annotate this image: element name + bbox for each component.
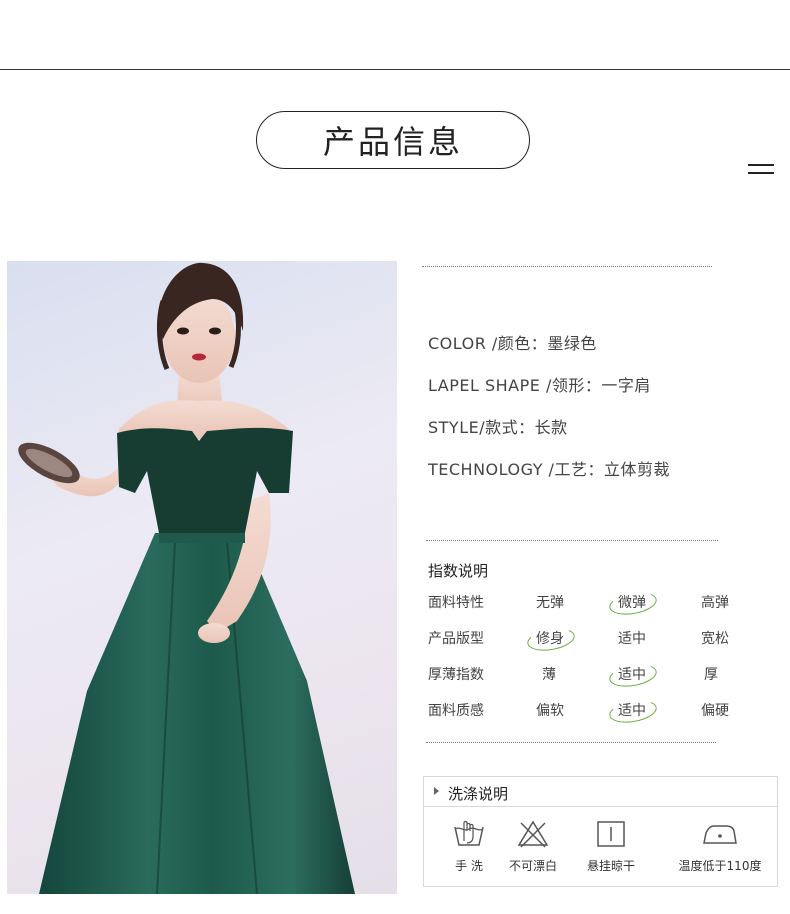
divider-dotted (426, 742, 716, 743)
caret-right-icon (434, 787, 439, 795)
index-row-name: 面料质感 (428, 703, 484, 719)
index-option: 薄 (542, 667, 556, 683)
index-option-selected: 适中 (618, 700, 646, 720)
product-photo (7, 261, 397, 894)
spec-color: COLOR /颜色：墨绿色 (428, 330, 597, 354)
spec-label: LAPEL SHAPE /领形： (428, 376, 602, 395)
spec-style: STYLE/款式：长款 (428, 414, 568, 438)
section-title-text: 产品信息 (322, 123, 463, 161)
index-row-thickness: 厚薄指数 薄 适中 厚 (428, 664, 758, 686)
index-option-selected: 修身 (536, 628, 564, 648)
divider-dotted (426, 540, 718, 541)
wash-header: 洗涤说明 (424, 777, 777, 807)
section-title: 产品信息 (256, 111, 530, 169)
index-row-name: 厚薄指数 (428, 667, 484, 683)
index-title: 指数说明 (428, 562, 489, 580)
index-option-selected: 适中 (618, 664, 646, 684)
index-option: 宽松 (701, 631, 729, 647)
index-option: 无弹 (536, 595, 564, 611)
wash-item-iron: 温度低于110度 (670, 819, 770, 874)
iron-low-icon (703, 825, 737, 844)
wash-label: 悬挂晾干 (586, 859, 635, 873)
index-row-name: 产品版型 (428, 631, 484, 647)
spec-technology: TECHNOLOGY /工艺：立体剪裁 (428, 456, 670, 480)
index-option: 高弹 (701, 595, 729, 611)
index-row-fit: 产品版型 修身 适中 宽松 (428, 628, 758, 650)
spec-value: 立体剪裁 (603, 460, 670, 479)
top-divider (0, 69, 790, 70)
index-option: 厚 (704, 667, 718, 683)
wash-label: 温度低于110度 (678, 859, 762, 873)
wash-instructions: 洗涤说明 手 洗 不可漂白 悬挂晾干 温度低于110度 (423, 776, 778, 887)
spec-label: TECHNOLOGY /工艺： (428, 460, 604, 479)
wash-title: 洗涤说明 (448, 785, 509, 803)
menu-icon[interactable] (748, 164, 774, 178)
index-option-selected: 微弹 (618, 592, 646, 612)
model-illustration (18, 262, 355, 894)
hang-dry-icon (597, 821, 625, 847)
spec-value: 长款 (534, 418, 568, 437)
index-option: 适中 (618, 631, 646, 647)
spec-value: 墨绿色 (547, 334, 597, 353)
wash-item-bleach: 不可漂白 (488, 819, 578, 874)
index-row-texture: 面料质感 偏软 适中 偏硬 (428, 700, 758, 722)
spec-label: STYLE/款式： (428, 418, 535, 437)
spec-value: 一字肩 (601, 376, 651, 395)
index-option: 偏硬 (701, 703, 729, 719)
divider-dotted (422, 266, 712, 267)
index-row-name: 面料特性 (428, 595, 484, 611)
index-row-fabric: 面料特性 无弹 微弹 高弹 (428, 592, 758, 614)
hand-wash-icon (454, 820, 484, 846)
no-bleach-icon (517, 820, 549, 848)
wash-item-hang: 悬挂晾干 (566, 819, 656, 874)
wash-label: 不可漂白 (508, 859, 557, 873)
spec-label: COLOR /颜色： (428, 334, 548, 353)
spec-lapel: LAPEL SHAPE /领形：一字肩 (428, 372, 651, 396)
index-option: 偏软 (536, 703, 564, 719)
